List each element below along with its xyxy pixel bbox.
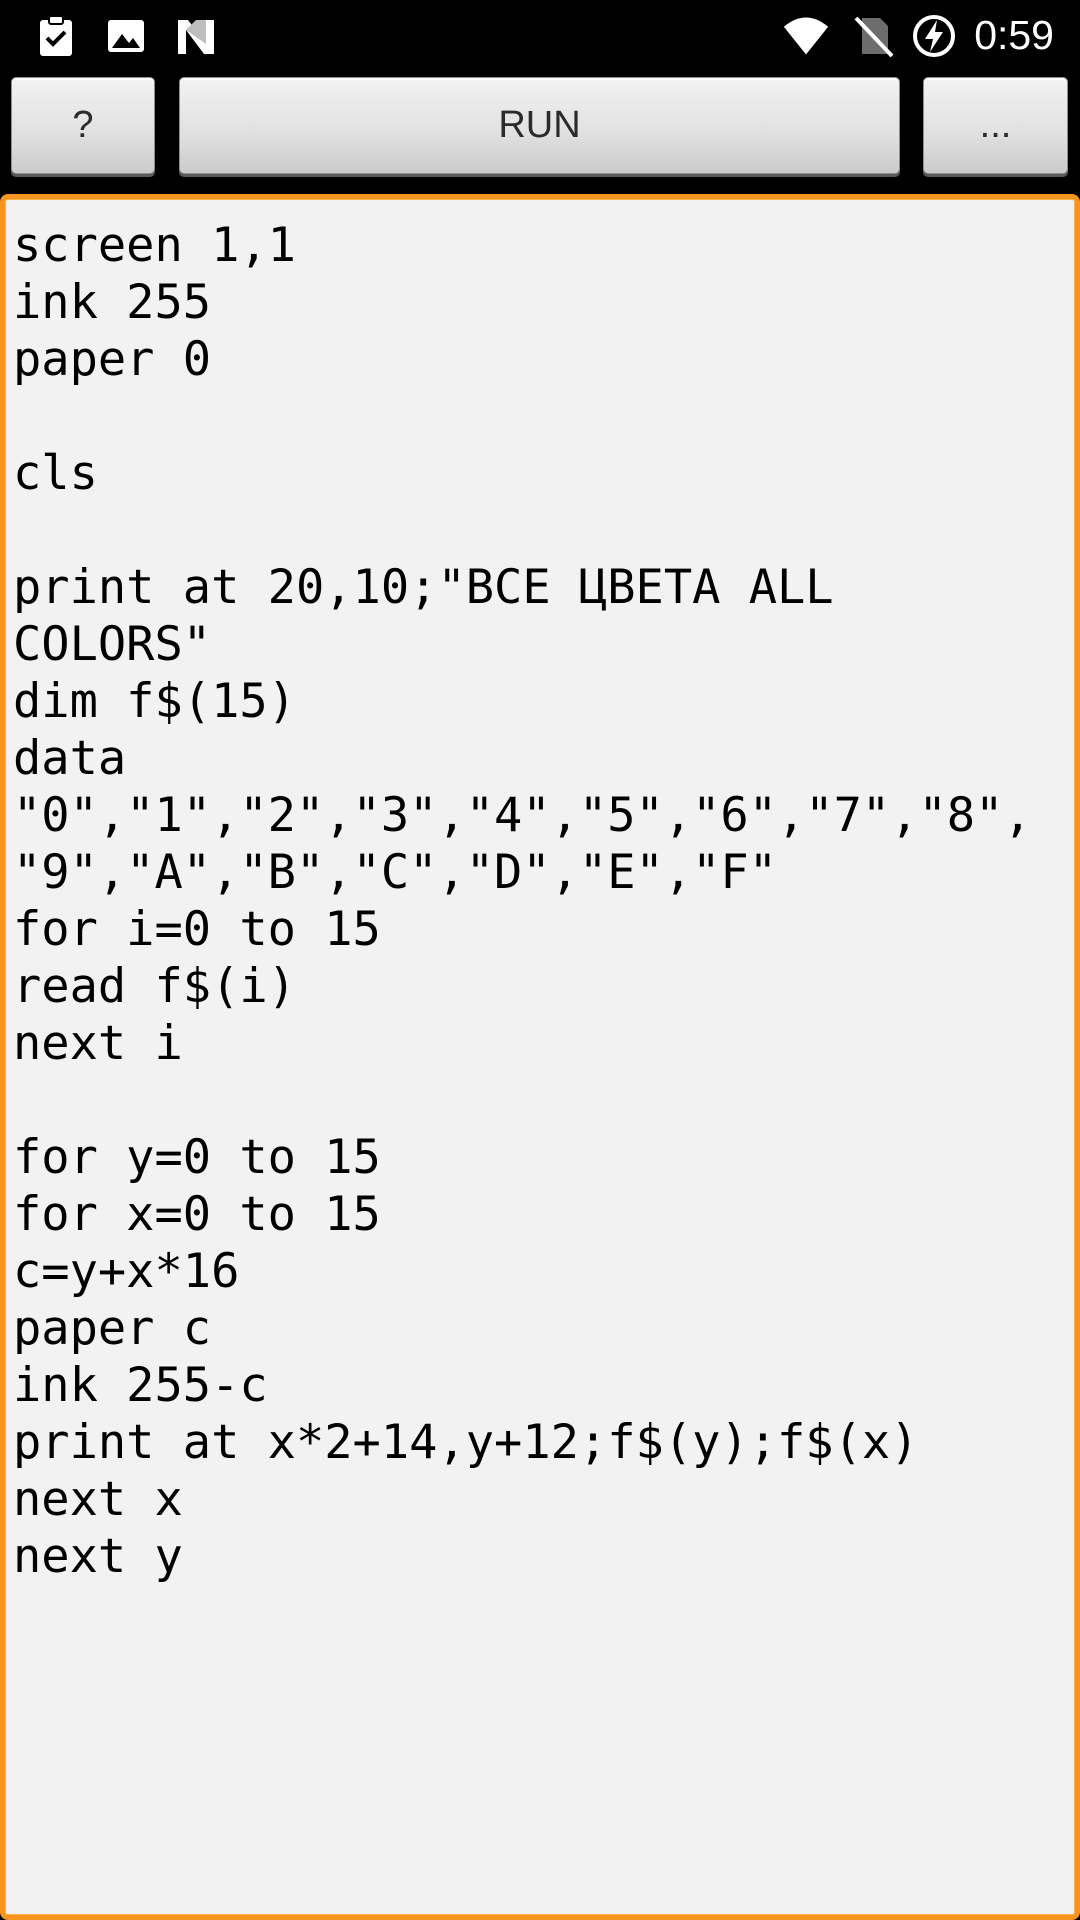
code-line: paper c xyxy=(13,1301,212,1356)
n-logo-icon xyxy=(172,12,220,60)
clipboard-check-icon xyxy=(32,12,80,60)
wifi-icon xyxy=(782,12,834,60)
code-line: for y=0 to 15 xyxy=(13,1130,381,1185)
code-line: "9","A","B","C","D","E","F" xyxy=(13,845,778,900)
code-line: data xyxy=(13,731,127,786)
code-line: print at 20,10;"ВСЕ ЦВЕТА ALL xyxy=(13,560,834,615)
toolbar: ? RUN ... xyxy=(0,72,1080,190)
status-bar: 0:59 xyxy=(0,0,1080,72)
code-line: screen 1,1 xyxy=(13,218,296,273)
code-line: print at x*2+14,y+12;f$(y);f$(x) xyxy=(13,1415,919,1470)
more-options-button[interactable]: ... xyxy=(923,77,1068,174)
battery-charging-icon xyxy=(910,12,958,60)
code-line: "0","1","2","3","4","5","6","7","8", xyxy=(13,788,1032,843)
code-line: for x=0 to 15 xyxy=(13,1187,381,1242)
code-line: ink 255 xyxy=(13,275,212,330)
image-icon xyxy=(102,12,150,60)
status-clock: 0:59 xyxy=(974,12,1054,58)
code-line: dim f$(15) xyxy=(13,674,296,729)
code-line: COLORS" xyxy=(13,617,212,672)
code-editor-text[interactable]: screen 1,1 ink 255 paper 0 cls print at 20,1… xyxy=(13,217,1073,1585)
no-sim-icon xyxy=(850,12,898,60)
run-button[interactable]: RUN xyxy=(179,77,900,174)
code-line: next i xyxy=(13,1016,183,1071)
code-line: next y xyxy=(13,1529,183,1584)
code-line: cls xyxy=(13,446,98,501)
code-line: for i=0 to 15 xyxy=(13,902,381,957)
code-line: ink 255-c xyxy=(13,1358,268,1413)
code-editor[interactable]: screen 1,1 ink 255 paper 0 cls print at 20,1… xyxy=(0,194,1080,1920)
help-button[interactable]: ? xyxy=(11,77,155,174)
code-line: c=y+x*16 xyxy=(13,1244,240,1299)
code-line: read f$(i) xyxy=(13,959,296,1014)
code-line: paper 0 xyxy=(13,332,212,387)
code-line: next x xyxy=(13,1472,183,1527)
